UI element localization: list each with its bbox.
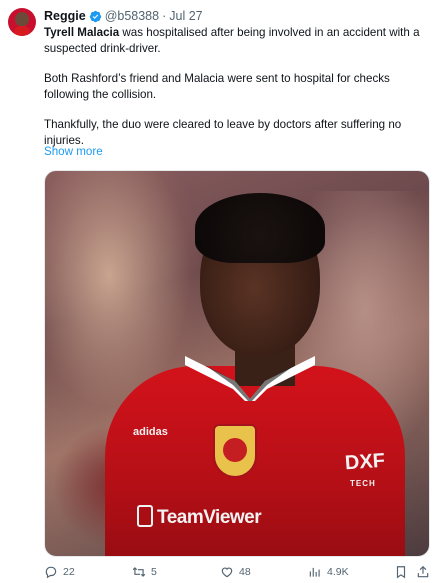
- verified-badge-icon: [89, 10, 101, 22]
- tweet-date[interactable]: Jul 27: [169, 9, 202, 23]
- analytics-icon: [309, 567, 320, 577]
- kit-brand-logo: adidas: [133, 426, 168, 438]
- sleeve-badge-sub: TECH: [350, 479, 376, 488]
- views-button[interactable]: 4.9K: [308, 565, 349, 579]
- author-handle[interactable]: @b58388: [105, 9, 159, 23]
- player-hair: [195, 193, 325, 263]
- bookmark-button[interactable]: [394, 565, 408, 579]
- tweet-header: Reggie @b58388 · Jul 27: [44, 7, 203, 25]
- author-name[interactable]: Reggie: [44, 9, 86, 23]
- like-count: 48: [239, 566, 251, 578]
- tweet-paragraph-3: Thankfully, the duo were cleared to leav…: [44, 118, 402, 147]
- avatar[interactable]: [8, 8, 36, 36]
- sponsor-mark-icon: [137, 505, 153, 527]
- tweet-actions: 22 5 48 4.9K: [44, 565, 430, 581]
- jersey-collar: [185, 356, 315, 401]
- view-count: 4.9K: [327, 566, 349, 578]
- retweet-count: 5: [151, 566, 157, 578]
- tweet[interactable]: Reggie @b58388 · Jul 27 Tyrell Malacia w…: [0, 0, 433, 583]
- show-more-link[interactable]: Show more: [44, 145, 103, 158]
- club-crest-icon: [213, 424, 257, 478]
- reply-button[interactable]: 22: [44, 565, 75, 579]
- like-button[interactable]: 48: [220, 565, 251, 579]
- sleeve-badge: DXF: [344, 449, 386, 475]
- share-icon: [417, 565, 429, 578]
- reply-count: 22: [63, 566, 75, 578]
- share-button[interactable]: [416, 565, 430, 579]
- tweet-paragraph-2: Both Rashford’s friend and Malacia were …: [44, 72, 390, 101]
- bookmark-icon: [396, 566, 406, 579]
- tweet-subject: Tyrell Malacia: [44, 26, 120, 39]
- retweet-icon: [132, 567, 146, 577]
- separator-dot: ·: [162, 9, 167, 23]
- sponsor-logo: TeamViewer: [137, 505, 262, 529]
- tweet-text: Tyrell Malacia was hospitalised after be…: [44, 25, 426, 148]
- retweet-button[interactable]: 5: [132, 565, 157, 579]
- tweet-media-photo[interactable]: adidas TeamViewer DXF TECH: [44, 170, 430, 557]
- reply-icon: [45, 566, 57, 579]
- heart-icon: [221, 567, 233, 578]
